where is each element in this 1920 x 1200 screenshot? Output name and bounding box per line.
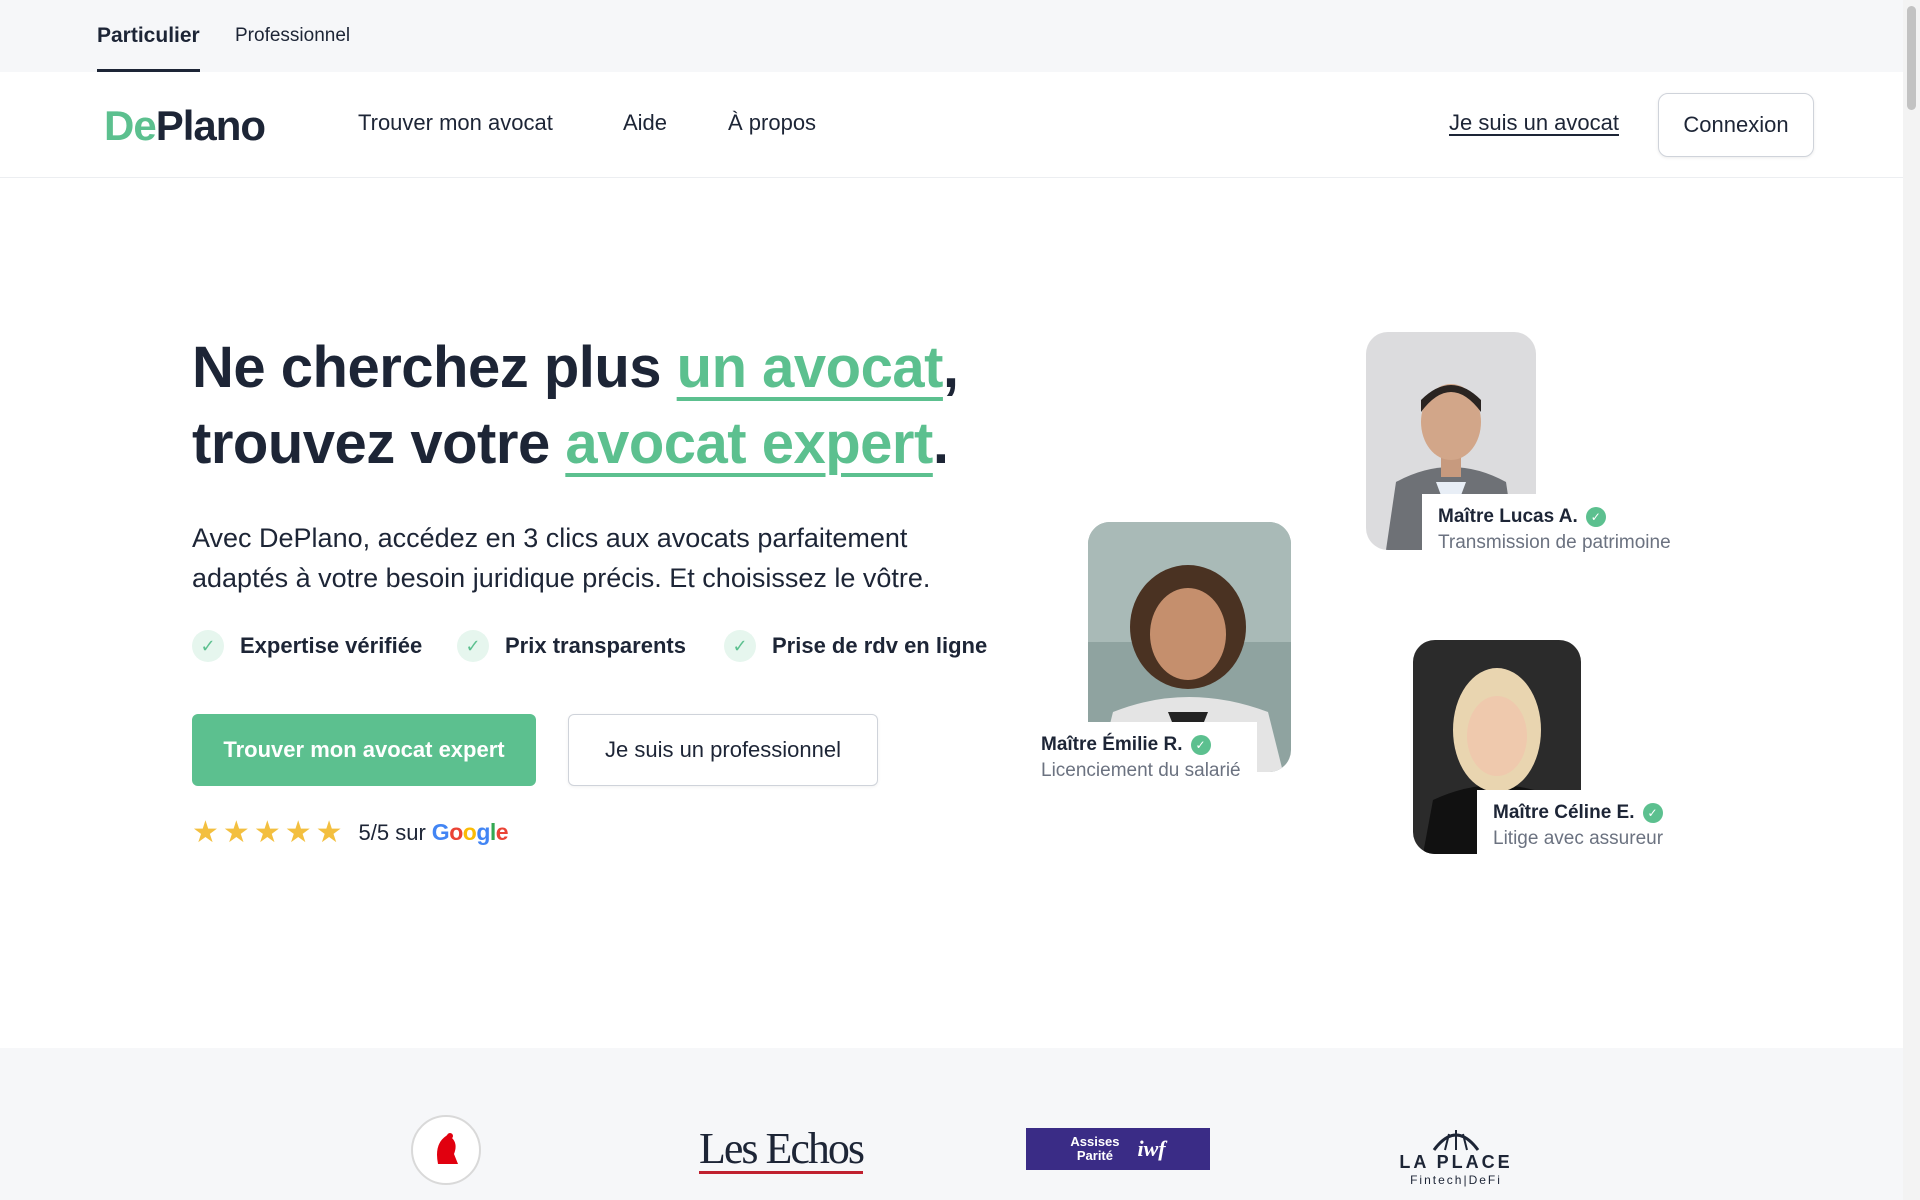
lawyer-name: Maître Céline E.: [1493, 802, 1635, 823]
nav-a-propos[interactable]: À propos: [728, 110, 816, 136]
title-accent2: avocat expert: [565, 411, 933, 476]
star-icon: ★: [315, 816, 343, 849]
title-accent1: un avocat: [676, 335, 944, 400]
les-echos-wordmark: Les Echos: [698, 1123, 865, 1174]
assises-parite-logo: Assises Parité iwf: [1026, 1128, 1210, 1170]
je-suis-avocat-link[interactable]: Je suis un avocat: [1449, 110, 1619, 136]
title-part1: Ne cherchez plus: [192, 335, 677, 400]
les-echos-logo: Les Echos: [686, 1122, 876, 1178]
feature-prix: ✓ Prix transparents: [457, 630, 686, 662]
google-letter: e: [495, 819, 509, 845]
find-expert-button[interactable]: Trouver mon avocat expert: [192, 714, 536, 786]
hero-title: Ne cherchez plus un avocat, trouvez votr…: [192, 330, 959, 482]
audience-switcher: Particulier Professionnel: [0, 0, 1903, 72]
french-tech-logo: [410, 1114, 482, 1186]
title-part3: trouvez votre: [192, 411, 566, 476]
star-icon: ★: [192, 816, 219, 849]
feature-label: Prise de rdv en ligne: [772, 633, 988, 658]
check-icon: ✓: [192, 630, 224, 662]
lawyer-specialty: Licenciement du salarié: [1041, 760, 1241, 781]
lawyer-specialty: Transmission de patrimoine: [1438, 532, 1671, 553]
press-logos-strip: Les Echos Assises Parité iwf LA PLACE Fin…: [0, 1048, 1903, 1200]
rating-text: 5/5 sur: [358, 819, 426, 845]
logo-plano: Plano: [155, 102, 266, 149]
google-rating: ★ ★ ★ ★ ★ 5/5 sur Google: [192, 815, 509, 850]
connexion-button[interactable]: Connexion: [1658, 93, 1814, 157]
lawyer-name: Maître Lucas A.: [1438, 506, 1578, 527]
star-icon: ★: [284, 816, 312, 849]
feature-expertise: ✓ Expertise vérifiée: [192, 630, 422, 662]
google-letter: o: [462, 819, 477, 845]
feature-rdv: ✓ Prise de rdv en ligne: [724, 630, 987, 662]
lawyer-specialty: Litige avec assureur: [1493, 828, 1664, 849]
hero-subtitle: Avec DePlano, accédez en 3 clics aux avo…: [192, 523, 931, 593]
professional-button[interactable]: Je suis un professionnel: [568, 714, 878, 786]
tab-particulier[interactable]: Particulier: [97, 0, 200, 72]
main-navbar: DePlano Trouver mon avocat Aide À propos…: [0, 72, 1903, 178]
nav-trouver-avocat[interactable]: Trouver mon avocat: [358, 110, 553, 136]
title-part2: ,: [942, 335, 959, 400]
check-icon: ✓: [724, 630, 756, 662]
assises-text: Assises: [1070, 1134, 1120, 1149]
star-icon: ★: [222, 816, 250, 849]
google-letter: G: [431, 819, 450, 845]
verified-icon: ✓: [1642, 803, 1663, 823]
lawyer-card-celine[interactable]: Maître Céline E. ✓ Litige avec assureur: [1477, 790, 1680, 856]
verified-icon: ✓: [1190, 735, 1211, 755]
logo-de: De: [104, 102, 157, 149]
deplano-logo[interactable]: DePlano: [104, 102, 266, 150]
feature-label: Expertise vérifiée: [240, 633, 423, 658]
la-place-logo: LA PLACE Fintech|DeFi: [1396, 1118, 1516, 1194]
la-place-subtitle: Fintech|DeFi: [1410, 1172, 1502, 1187]
lawyer-name: Maître Émilie R.: [1041, 734, 1183, 755]
verified-icon: ✓: [1585, 507, 1606, 527]
tab-particulier-label: Particulier: [97, 24, 200, 47]
page-scrollbar[interactable]: [1903, 0, 1920, 1200]
star-icon: ★: [253, 816, 281, 849]
parite-text: Parité: [1076, 1148, 1113, 1163]
feature-label: Prix transparents: [505, 633, 686, 658]
google-letter: o: [449, 819, 463, 845]
google-letter: g: [476, 819, 490, 845]
check-icon: ✓: [457, 630, 489, 662]
la-place-title: LA PLACE: [1399, 1151, 1513, 1172]
nav-aide[interactable]: Aide: [623, 110, 667, 136]
lawyer-card-lucas[interactable]: Maître Lucas A. ✓ Transmission de patrimo…: [1422, 494, 1687, 560]
lawyer-card-emilie[interactable]: Maître Émilie R. ✓ Licenciement du salari…: [1025, 722, 1257, 788]
la-place-dome-icon: [1432, 1129, 1480, 1151]
scrollbar-thumb[interactable]: [1907, 6, 1916, 110]
tab-professionnel[interactable]: Professionnel: [235, 0, 350, 72]
google-logo: Google: [431, 819, 509, 846]
title-part4: .: [932, 411, 949, 476]
tab-professionnel-label: Professionnel: [235, 25, 351, 46]
